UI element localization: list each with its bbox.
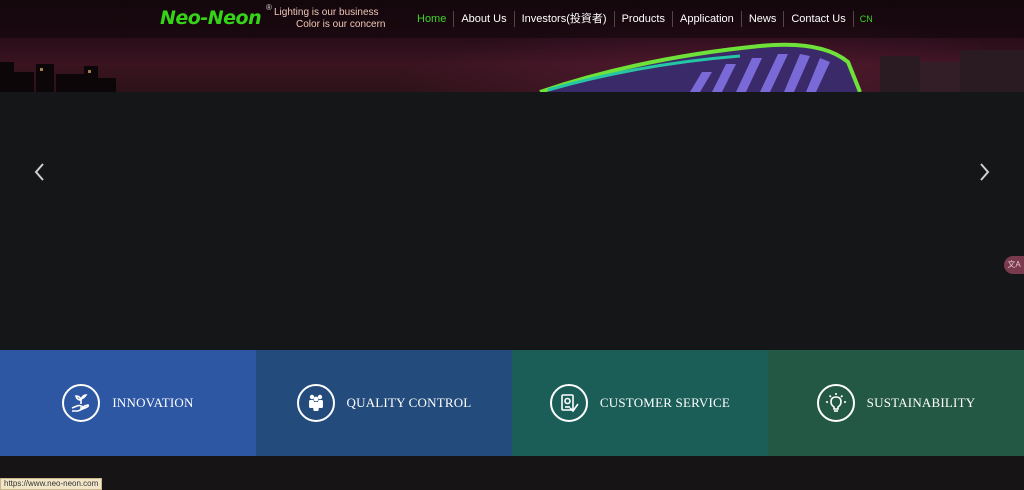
logo-registered-mark: ® (266, 3, 272, 12)
nav-investors[interactable]: Investors(投資者) (513, 11, 614, 27)
site-header: Neo-Neon ® Lighting is our business Colo… (0, 0, 1024, 38)
bottom-section (0, 456, 1024, 490)
feature-label: SUSTAINABILITY (866, 395, 976, 410)
slider-prev-button[interactable] (30, 162, 50, 182)
hero-slider: 文A (0, 92, 1024, 350)
status-bar-url: https://www.neo-neon.com (0, 478, 103, 490)
hand-plant-icon (62, 384, 101, 422)
nav-home[interactable]: Home (410, 11, 453, 27)
nav-application[interactable]: Application (671, 11, 741, 27)
nav-news[interactable]: News (740, 11, 784, 27)
main-nav: Home About Us Investors(投資者) Products Ap… (410, 11, 879, 27)
nav-about-us[interactable]: About Us (453, 11, 513, 27)
logo-text: Neo-Neon (160, 7, 262, 29)
slogan: Lighting is our business Color is our co… (274, 7, 385, 31)
feature-label: QUALITY CONTROL (346, 395, 472, 410)
site-logo[interactable]: Neo-Neon ® (160, 3, 272, 32)
feature-innovation[interactable]: INNOVATION (0, 350, 256, 456)
feature-label: CUSTOMER SERVICE (599, 395, 731, 410)
document-check-icon (549, 384, 588, 422)
slider-next-button[interactable] (974, 162, 994, 182)
lightbulb-icon (816, 384, 855, 422)
chevron-right-icon (980, 163, 990, 181)
feature-sustainability[interactable]: SUSTAINABILITY (768, 350, 1024, 456)
translate-badge[interactable]: 文A (1004, 256, 1024, 274)
nav-contact-us[interactable]: Contact Us (783, 11, 852, 27)
nav-products[interactable]: Products (613, 11, 672, 27)
feature-label: INNOVATION (112, 395, 194, 410)
team-icon (296, 384, 335, 422)
slogan-line-1: Lighting is our business (274, 7, 379, 18)
feature-tiles: INNOVATION QUALITY CONTROL CUSTOMER SERV… (0, 350, 1024, 456)
chevron-left-icon (34, 163, 44, 181)
feature-quality-control[interactable]: QUALITY CONTROL (256, 350, 512, 456)
language-switch-cn[interactable]: CN (852, 11, 879, 27)
page: Neo-Neon ® Lighting is our business Colo… (0, 0, 1024, 490)
slogan-line-2: Color is our concern (296, 19, 386, 30)
feature-customer-service[interactable]: CUSTOMER SERVICE (512, 350, 768, 456)
